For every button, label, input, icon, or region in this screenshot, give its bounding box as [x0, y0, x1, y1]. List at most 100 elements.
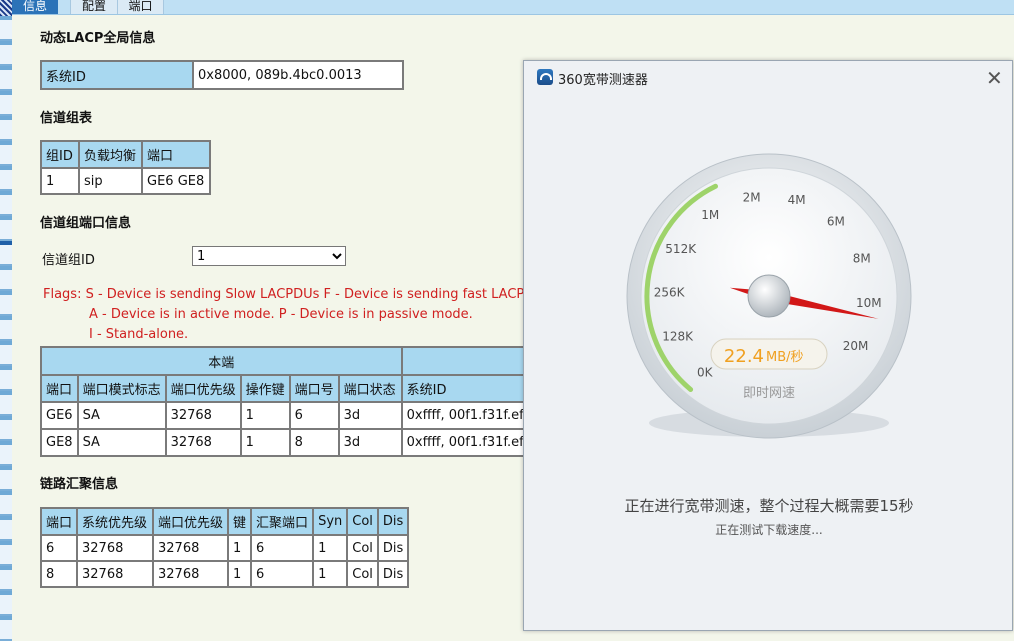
table-cell: 3d — [337, 428, 403, 457]
table-cell: 1 — [312, 534, 349, 562]
gauge-tick-label: 6M — [827, 215, 845, 229]
table-header: 端口 — [40, 374, 79, 403]
window-title: 360宽带测速器 — [558, 73, 648, 88]
nav-item[interactable] — [0, 545, 12, 566]
nav-item[interactable] — [0, 395, 12, 416]
table-cell: 32768 — [152, 560, 230, 588]
group-id-select[interactable]: 1 — [192, 246, 346, 266]
nav-item[interactable] — [0, 570, 12, 591]
section-title-group-ports: 信道组端口信息 — [40, 216, 132, 231]
flags-line-1: Flags: S - Device is sending Slow LACPDU… — [43, 287, 551, 302]
left-nav-strip — [0, 0, 12, 641]
table-cell: SA — [76, 428, 167, 457]
gauge-tick-label: 128K — [662, 330, 694, 344]
nav-item[interactable] — [0, 45, 12, 66]
table-group-header: 本端 — [40, 346, 403, 376]
table-header: 系统ID — [400, 374, 533, 403]
tab-info[interactable]: 信息 — [12, 0, 58, 14]
section-title-groups: 信道组表 — [40, 111, 93, 126]
table-header: 操作键 — [239, 374, 291, 403]
table-header: 负载均衡 — [78, 140, 143, 169]
table-cell: GE6 — [40, 401, 79, 430]
test-status-sub: 正在测试下载速度... — [715, 523, 823, 537]
table-header: 键 — [227, 507, 253, 536]
table-header: 端口优先级 — [164, 374, 242, 403]
table-cell: 0xffff, 00f1.f31f.ef — [400, 428, 533, 457]
table-header: Dis — [376, 507, 410, 536]
nav-item[interactable] — [0, 145, 12, 166]
nav-item[interactable] — [0, 220, 12, 241]
nav-item[interactable] — [0, 420, 12, 441]
table-header: 端口 — [39, 507, 79, 536]
table-cell: 32768 — [152, 534, 230, 562]
port-info-table: 本端 端口 端口模式标志 端口优先级 操作键 端口号 端口状态 系统ID GE6… — [40, 346, 533, 457]
table-header: 系统优先级 — [76, 507, 155, 536]
table-cell: Col — [346, 534, 379, 562]
system-id-label: 系统ID — [40, 60, 194, 90]
table-cell: 1 — [227, 560, 253, 588]
group-table: 组ID 负载均衡 端口 1 sip GE6 GE8 — [40, 140, 211, 195]
gauge-tick-label: 10M — [856, 296, 882, 310]
nav-item[interactable] — [0, 595, 12, 616]
nav-item[interactable] — [0, 320, 12, 341]
nav-item[interactable] — [0, 170, 12, 191]
table-cell: Dis — [376, 534, 410, 562]
gauge-tick-label: 0K — [697, 366, 714, 380]
nav-item[interactable] — [0, 345, 12, 366]
table-header: 端口号 — [288, 374, 340, 403]
table-cell: 8 — [39, 560, 79, 588]
speed-value: 22.4 — [724, 346, 764, 367]
table-cell: 3d — [337, 401, 403, 430]
nav-item[interactable] — [0, 270, 12, 291]
table-cell: 0xffff, 00f1.f31f.ef — [400, 401, 533, 430]
table-cell: 1 — [312, 560, 349, 588]
table-cell: SA — [76, 401, 167, 430]
tab-port[interactable]: 端口 — [118, 0, 164, 14]
app-logo-icon — [537, 69, 553, 85]
gauge-tick-label: 256K — [654, 286, 686, 300]
nav-item[interactable] — [0, 70, 12, 91]
nav-item[interactable] — [0, 370, 12, 391]
test-status-main: 正在进行宽带测速，整个过程大概需要15秒 — [624, 497, 914, 515]
gauge-tick-label: 512K — [665, 242, 697, 256]
nav-item[interactable] — [0, 495, 12, 516]
table-group-header-remote — [400, 346, 533, 376]
table-cell: 32768 — [164, 428, 242, 457]
flags-line-3: I - Stand-alone. — [89, 327, 189, 342]
table-cell: 8 — [288, 428, 340, 457]
nav-item[interactable] — [0, 295, 12, 316]
table-header: Syn — [312, 507, 349, 536]
table-cell: 6 — [250, 534, 315, 562]
table-cell: Col — [346, 560, 379, 588]
nav-item[interactable] — [0, 245, 12, 266]
close-icon[interactable]: ✕ — [986, 66, 1003, 90]
table-cell: 32768 — [76, 534, 155, 562]
table-header: 组ID — [40, 140, 80, 169]
nav-item[interactable] — [0, 95, 12, 116]
speed-test-window: 360宽带测速器 ✕ 0K 128K 256K 512K 1M 2M 4M 6M 8M 10M 20… — [523, 60, 1013, 631]
table-cell: 1 — [40, 167, 80, 195]
gauge-tick-label: 1M — [701, 208, 719, 222]
nav-item[interactable] — [0, 445, 12, 466]
speed-unit: MB/秒 — [766, 350, 804, 365]
table-cell: GE6 GE8 — [141, 167, 211, 195]
nav-handle[interactable] — [0, 0, 12, 16]
table-cell: Dis — [376, 560, 410, 588]
nav-item[interactable] — [0, 195, 12, 216]
gauge-tick-label: 20M — [843, 339, 869, 353]
tab-config[interactable]: 配置 — [70, 0, 118, 14]
nav-item[interactable] — [0, 520, 12, 541]
gauge-tick-label: 2M — [743, 191, 761, 205]
table-header: 端口优先级 — [152, 507, 230, 536]
group-id-label: 信道组ID — [42, 253, 95, 268]
nav-item[interactable] — [0, 620, 12, 641]
table-cell: 1 — [239, 428, 291, 457]
global-info-table: 系统ID 0x8000, 089b.4bc0.0013 — [40, 60, 404, 90]
nav-item[interactable] — [0, 20, 12, 41]
table-cell: 6 — [288, 401, 340, 430]
nav-item[interactable] — [0, 120, 12, 141]
aggregation-table: 端口 系统优先级 端口优先级 键 汇聚端口 Syn Col Dis 6 3276… — [39, 507, 410, 588]
nav-item[interactable] — [0, 470, 12, 491]
table-cell: 32768 — [76, 560, 155, 588]
table-cell: 32768 — [164, 401, 242, 430]
